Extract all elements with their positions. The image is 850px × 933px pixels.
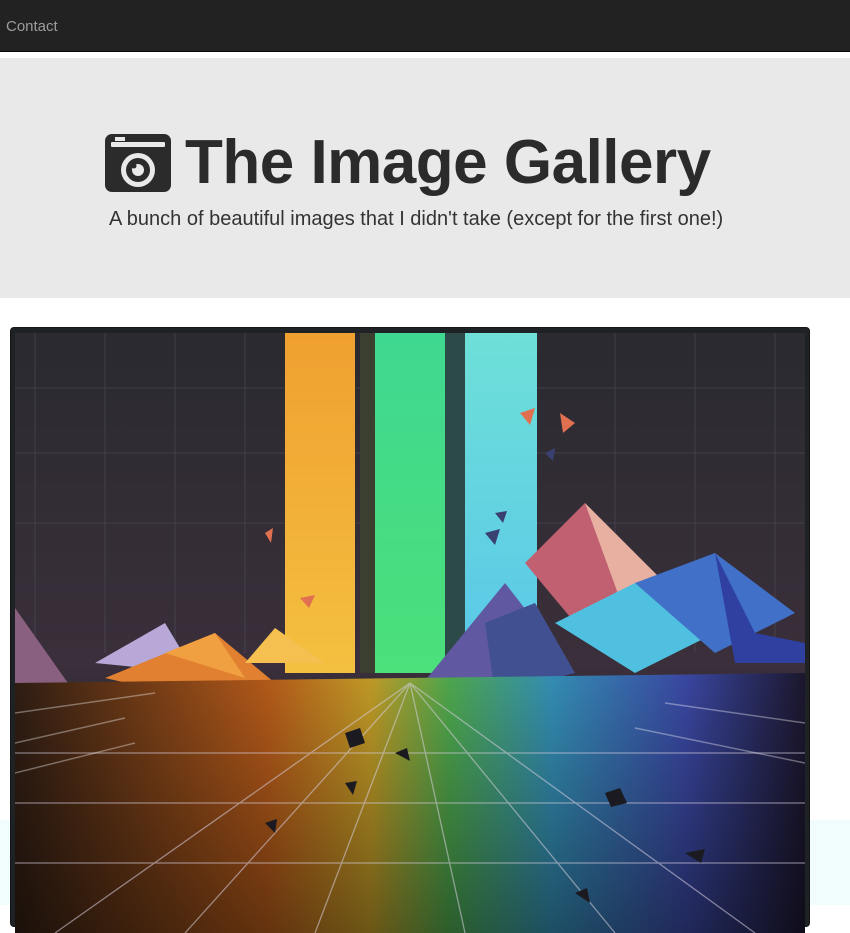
abstract-rainbow-landscape-image[interactable]: [15, 333, 805, 933]
gallery-thumbnail[interactable]: [10, 327, 810, 933]
nav-link-contact[interactable]: Contact: [6, 18, 58, 35]
header-jumbotron: The Image Gallery A bunch of beautiful i…: [0, 58, 850, 298]
camera-icon: [105, 134, 171, 192]
top-navbar: Contact: [0, 0, 850, 52]
page-subtitle: A bunch of beautiful images that I didn'…: [109, 208, 724, 230]
page-title: The Image Gallery: [185, 128, 711, 197]
title-row: The Image Gallery: [105, 130, 711, 196]
